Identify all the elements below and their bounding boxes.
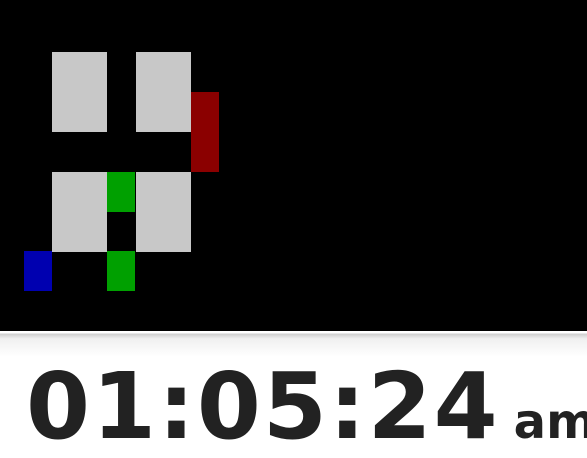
- clock-panel: 01:05:24 am: [0, 339, 587, 458]
- game-board[interactable]: [0, 0, 587, 331]
- wall-block: [136, 52, 191, 132]
- wall-block: [52, 172, 107, 252]
- wall-block: [52, 52, 107, 132]
- red-piece[interactable]: [191, 92, 219, 172]
- green-piece[interactable]: [107, 251, 135, 291]
- blue-piece[interactable]: [24, 251, 52, 291]
- wall-block: [136, 172, 191, 252]
- clock-readout: 01:05:24 am: [26, 361, 587, 453]
- green-piece[interactable]: [107, 172, 135, 212]
- clock-period: am: [513, 394, 587, 450]
- clock-time: 01:05:24: [26, 353, 500, 458]
- divider: [0, 331, 587, 339]
